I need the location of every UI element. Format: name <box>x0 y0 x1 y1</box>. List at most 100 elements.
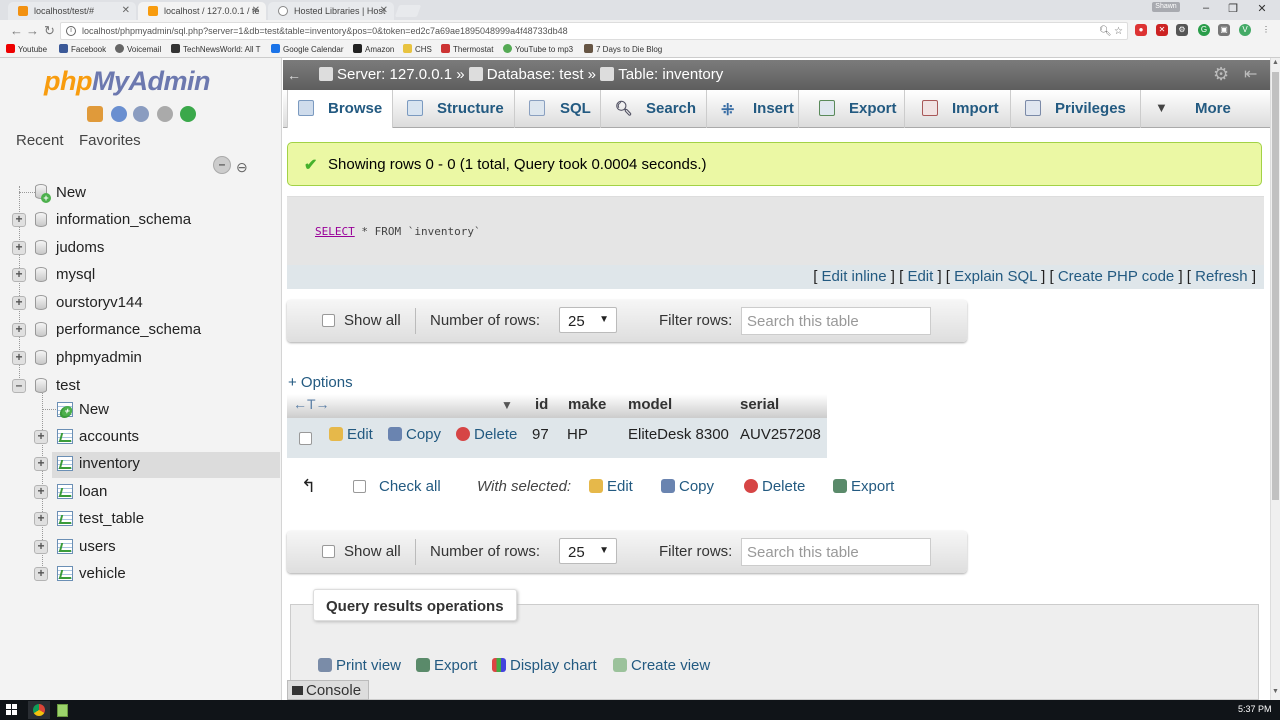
tree-item-judoms[interactable]: judoms <box>56 239 104 256</box>
rows-per-page-select[interactable]: 25 ▼ <box>559 307 617 333</box>
minimize-window-button[interactable]: – <box>1196 2 1216 14</box>
expand-icon[interactable]: + <box>12 351 26 365</box>
link-with-main-icon[interactable]: ⊖ <box>236 159 248 176</box>
row-copy-link[interactable]: Copy <box>388 426 441 443</box>
cell-make[interactable]: HP <box>567 426 588 443</box>
expand-icon[interactable]: + <box>12 213 26 227</box>
create-php-code-link[interactable]: Create PHP code <box>1058 268 1174 285</box>
row-delete-link[interactable]: Delete <box>456 426 517 443</box>
breadcrumb-server[interactable]: Server: 127.0.0.1 <box>337 66 452 83</box>
column-header-serial[interactable]: serial <box>740 396 779 413</box>
expand-icon[interactable]: + <box>34 430 48 444</box>
check-all-checkbox[interactable] <box>353 480 366 493</box>
back-icon[interactable]: ← <box>10 23 23 38</box>
cell-id[interactable]: 97 <box>532 426 549 443</box>
address-bar[interactable]: i localhost/phpmyadmin/sql.php?server=1&… <box>60 22 1128 40</box>
bookmark-star-icon[interactable]: ☆ <box>1114 26 1123 37</box>
favorites-tab[interactable]: Favorites <box>79 132 141 149</box>
tab-search[interactable]: 🔍︎ Search <box>603 90 707 128</box>
profile-chip[interactable]: Shawn <box>1152 2 1180 12</box>
bookmark-youtube-to-mp3[interactable]: YouTube to mp3 <box>503 44 573 54</box>
expand-icon[interactable]: + <box>12 241 26 255</box>
expand-icon[interactable]: + <box>12 323 26 337</box>
chrome-taskbar-icon[interactable] <box>28 701 50 719</box>
column-header-make[interactable]: make <box>568 396 606 413</box>
tab-browse[interactable]: Browse <box>287 90 393 128</box>
bulk-export-button[interactable]: Export <box>833 478 894 495</box>
new-tab-button[interactable] <box>394 5 422 17</box>
expand-icon[interactable]: + <box>12 268 26 282</box>
help-icon[interactable] <box>133 106 149 122</box>
tree-item-performance-schema[interactable]: performance_schema <box>56 321 201 338</box>
bookmark-thermostat[interactable]: Thermostat <box>441 44 493 54</box>
collapse-icon[interactable]: – <box>12 379 26 393</box>
tab-export[interactable]: Export <box>801 90 905 128</box>
tab-privileges[interactable]: Privileges <box>1013 90 1141 128</box>
close-tab-icon[interactable]: ✕ <box>380 5 388 16</box>
filter-rows-input[interactable]: Search this table <box>741 307 931 335</box>
cast-extension-icon[interactable]: ▣ <box>1218 24 1230 36</box>
recent-tab[interactable]: Recent <box>16 132 64 149</box>
vpn-extension-icon[interactable]: V <box>1239 24 1251 36</box>
column-resize-arrows-icon[interactable]: ←T→ <box>293 396 330 412</box>
bookmark-youtube[interactable]: Youtube <box>6 44 47 54</box>
sql-keyword[interactable]: SELECT <box>315 225 355 238</box>
browser-tab[interactable]: Hosted Libraries | Host ✕ <box>268 2 394 20</box>
cell-serial[interactable]: AUV257208 <box>740 426 821 443</box>
bookmark-7-days-blog[interactable]: 7 Days to Die Blog <box>584 44 662 54</box>
home-icon[interactable] <box>87 106 103 122</box>
collapse-header-icon[interactable]: ⇤ <box>1244 64 1257 84</box>
column-header-id[interactable]: id <box>535 396 548 413</box>
tree-item-ourstoryv144[interactable]: ourstoryv144 <box>56 294 143 311</box>
tab-import[interactable]: Import <box>907 90 1011 128</box>
tab-sql[interactable]: SQL <box>517 90 601 128</box>
notepad-taskbar-icon[interactable] <box>52 701 74 719</box>
browser-tab[interactable]: localhost/test/# ✕ <box>8 2 136 20</box>
expand-icon[interactable]: + <box>34 567 48 581</box>
taskbar-clock[interactable]: 5:37 PM <box>1238 704 1272 714</box>
settings-extension-icon[interactable]: ⚙ <box>1176 24 1188 36</box>
edit-inline-link[interactable]: Edit inline <box>822 268 887 285</box>
forward-icon[interactable]: → <box>26 23 39 38</box>
options-link[interactable]: + Options <box>288 374 353 391</box>
edit-link[interactable]: Edit <box>907 268 933 285</box>
tree-item-new[interactable]: New <box>56 184 86 201</box>
close-tab-icon[interactable]: ✕ <box>252 5 260 16</box>
start-icon[interactable] <box>6 704 18 716</box>
bookmark-voicemail[interactable]: Voicemail <box>115 44 161 54</box>
bulk-edit-button[interactable]: Edit <box>589 478 633 495</box>
logout-icon[interactable] <box>111 106 127 122</box>
reload-icon[interactable] <box>180 106 196 122</box>
breadcrumb-database[interactable]: Database: test <box>487 66 584 83</box>
page-scrollbar[interactable]: ▲ ▼ <box>1270 58 1280 700</box>
scroll-up-icon[interactable]: ▲ <box>1272 59 1279 66</box>
gear-icon[interactable]: ⚙ <box>1213 64 1229 85</box>
sort-dropdown-icon[interactable]: ▼ <box>501 398 513 412</box>
tree-item-mysql[interactable]: mysql <box>56 266 95 283</box>
scroll-down-icon[interactable]: ▼ <box>1272 688 1279 695</box>
console-button[interactable]: Console <box>287 680 369 700</box>
bookmark-amazon[interactable]: Amazon <box>353 44 394 54</box>
expand-icon[interactable]: + <box>34 457 48 471</box>
show-all-checkbox[interactable] <box>322 314 335 327</box>
bookmark-facebook[interactable]: Facebook <box>59 44 106 54</box>
filter-rows-input[interactable]: Search this table <box>741 538 931 566</box>
tab-more[interactable]: ▼ More <box>1143 90 1231 128</box>
tree-item-information-schema[interactable]: information_schema <box>56 211 191 228</box>
tree-item-accounts[interactable]: accounts <box>79 428 139 445</box>
export-link[interactable]: Export <box>416 657 477 674</box>
bulk-copy-button[interactable]: Copy <box>661 478 714 495</box>
tree-item-users[interactable]: users <box>79 538 116 555</box>
refresh-link[interactable]: Refresh <box>1195 268 1248 285</box>
bookmark-google-calendar[interactable]: Google Calendar <box>271 44 343 54</box>
create-view-link[interactable]: Create view <box>613 657 710 674</box>
tree-item-loan[interactable]: loan <box>79 483 107 500</box>
close-window-button[interactable]: ✕ <box>1252 2 1272 15</box>
expand-icon[interactable]: + <box>34 485 48 499</box>
column-header-model[interactable]: model <box>628 396 672 413</box>
rows-per-page-select[interactable]: 25 ▼ <box>559 538 617 564</box>
menu-icon[interactable]: ⋮ <box>1260 24 1272 36</box>
zoom-icon[interactable]: 🔍︎ <box>1099 26 1112 37</box>
tree-item-phpmyadmin[interactable]: phpmyadmin <box>56 349 142 366</box>
row-checkbox[interactable] <box>299 432 312 445</box>
